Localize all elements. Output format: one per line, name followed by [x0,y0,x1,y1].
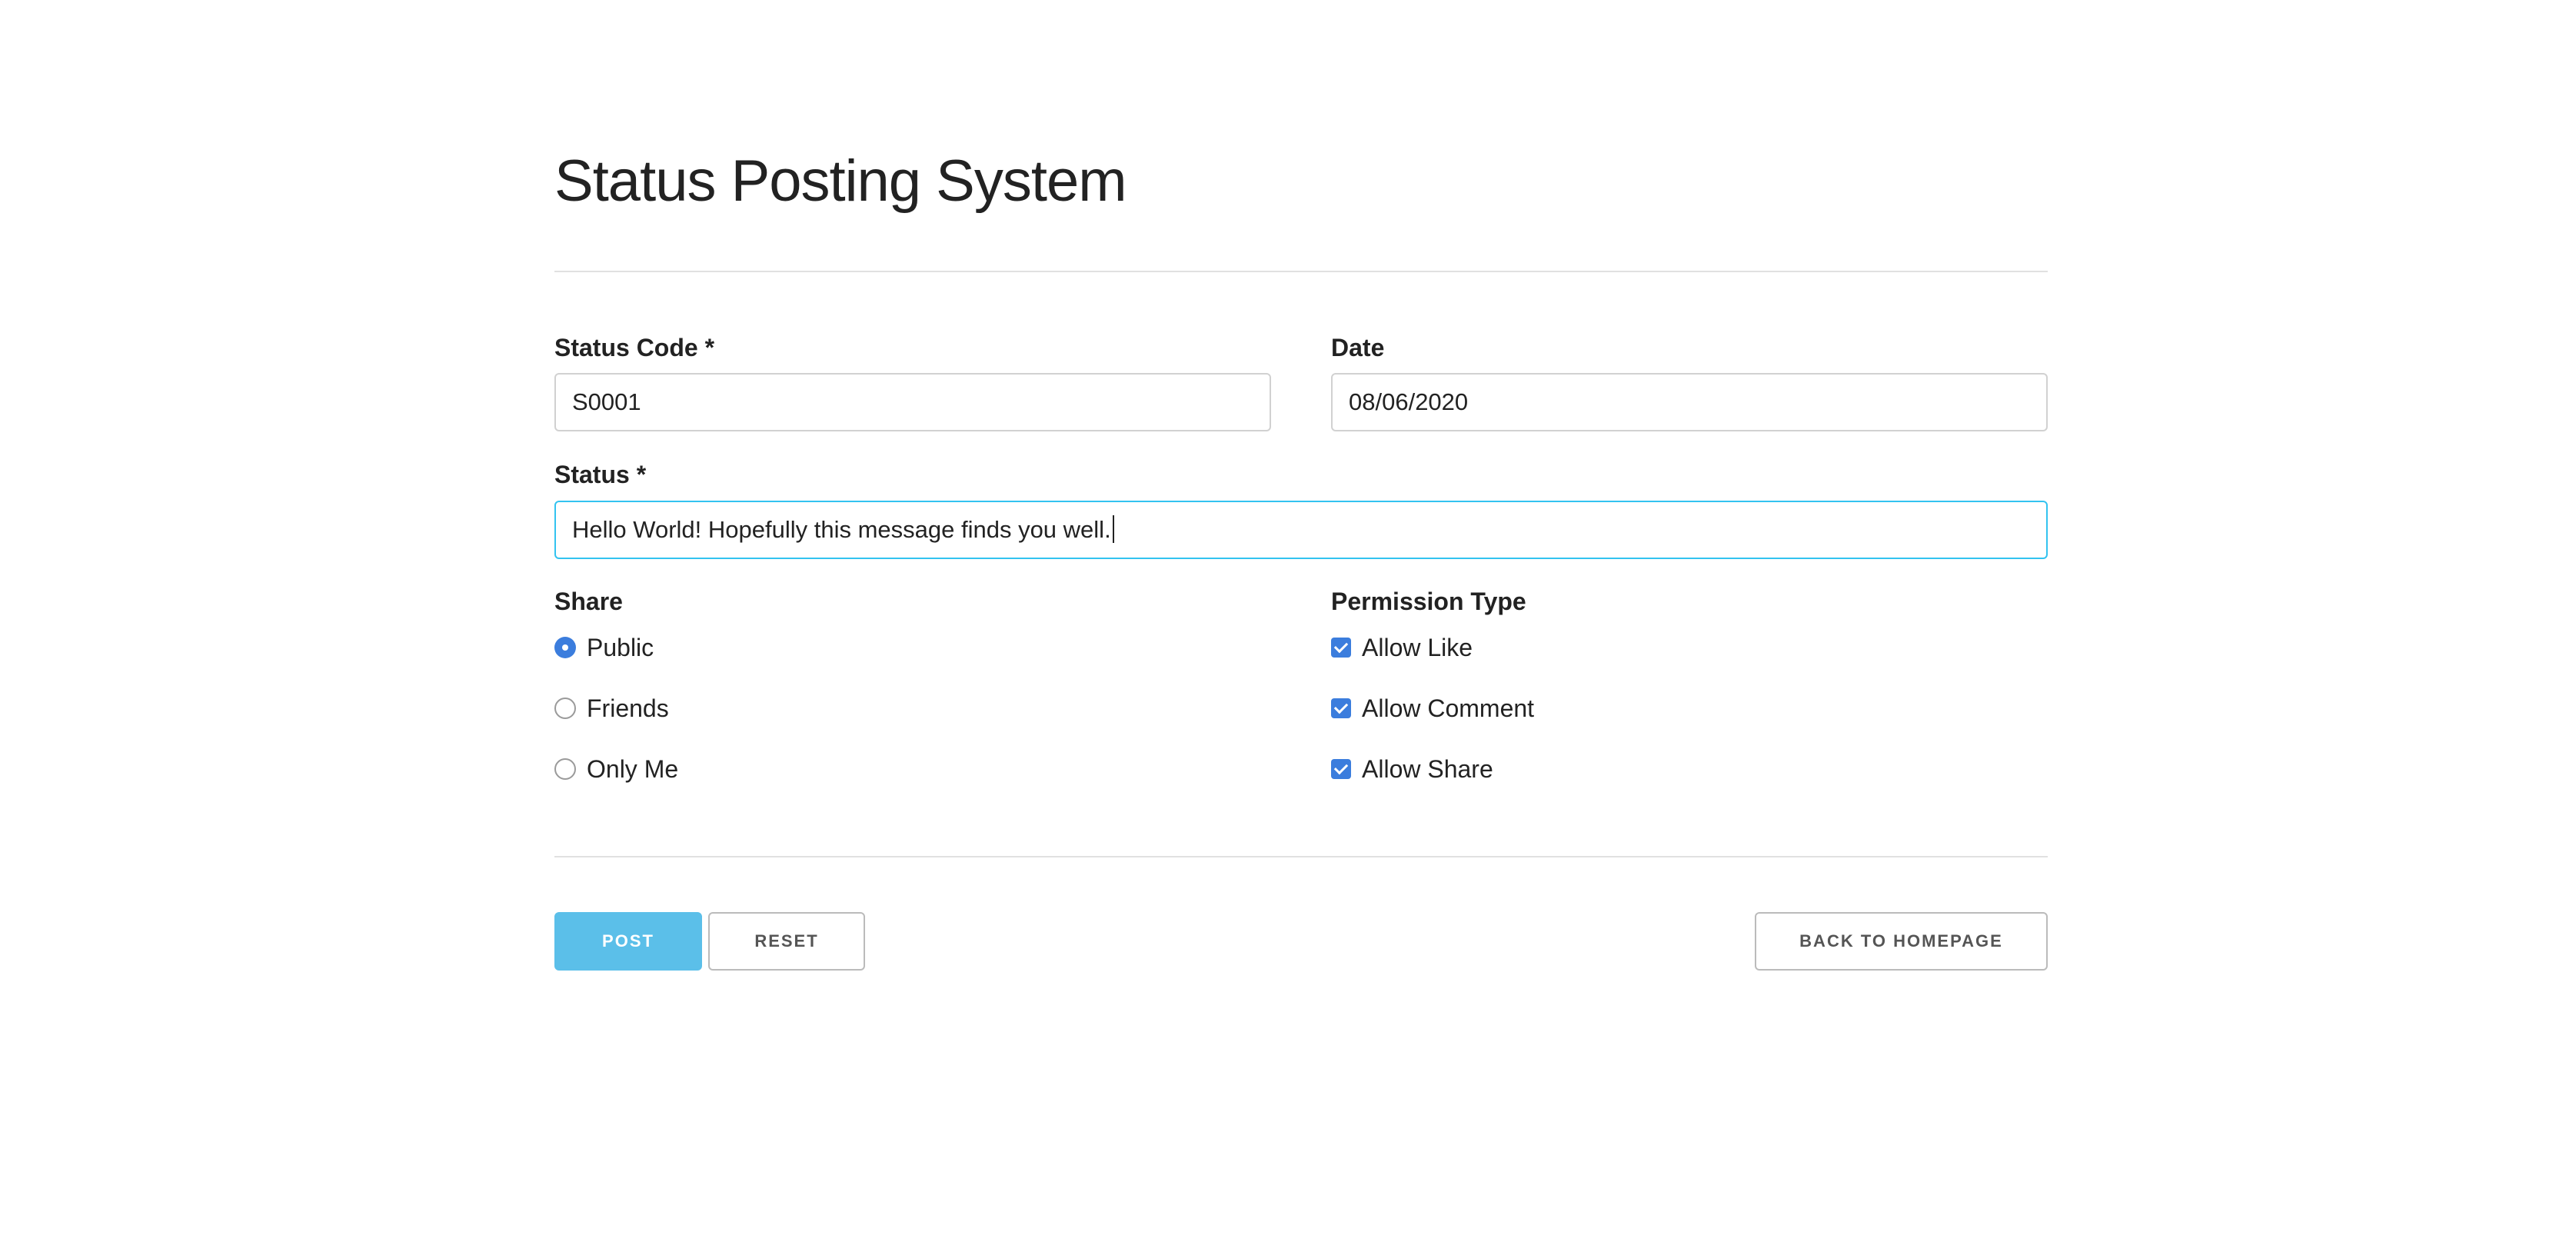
permission-option-allow-comment[interactable]: Allow Comment [1331,696,1534,721]
status-code-value: S0001 [572,388,641,415]
permission-option-label: Allow Like [1362,634,1473,661]
radio-only-me[interactable] [554,758,576,780]
status-label: Status * [554,461,647,488]
share-option-public[interactable]: Public [554,635,654,660]
status-input[interactable]: Hello World! Hopefully this message find… [554,501,2048,559]
permission-type-label: Permission Type [1331,588,1526,615]
date-input[interactable]: 08/06/2020 [1331,373,2048,431]
status-code-input[interactable]: S0001 [554,373,1271,431]
checkbox-allow-share[interactable] [1331,759,1351,779]
bottom-divider [554,856,2048,857]
date-value: 08/06/2020 [1349,388,1469,415]
page-title: Status Posting System [554,148,1127,214]
reset-button[interactable]: RESET [708,912,865,971]
top-divider [554,271,2048,272]
status-value: Hello World! Hopefully this message find… [572,516,1111,543]
share-option-label: Friends [587,694,669,722]
post-button[interactable]: POST [554,912,702,971]
radio-friends[interactable] [554,698,576,719]
share-option-label: Public [587,634,654,661]
permission-option-allow-like[interactable]: Allow Like [1331,635,1473,660]
share-option-friends[interactable]: Friends [554,696,669,721]
text-caret [1112,514,1114,543]
share-option-only-me[interactable]: Only Me [554,757,678,781]
radio-public[interactable] [554,637,576,658]
back-to-homepage-button[interactable]: BACK TO HOMEPAGE [1755,912,2048,971]
checkbox-allow-comment[interactable] [1331,698,1351,718]
page: Status Posting System Status Code * S000… [0,0,2576,1252]
date-label: Date [1331,334,1385,361]
share-option-label: Only Me [587,755,679,783]
permission-option-label: Allow Comment [1362,694,1535,722]
permission-option-allow-share[interactable]: Allow Share [1331,757,1493,781]
status-code-label: Status Code * [554,334,715,361]
share-label: Share [554,588,623,615]
permission-option-label: Allow Share [1362,755,1493,783]
checkbox-allow-like[interactable] [1331,638,1351,658]
